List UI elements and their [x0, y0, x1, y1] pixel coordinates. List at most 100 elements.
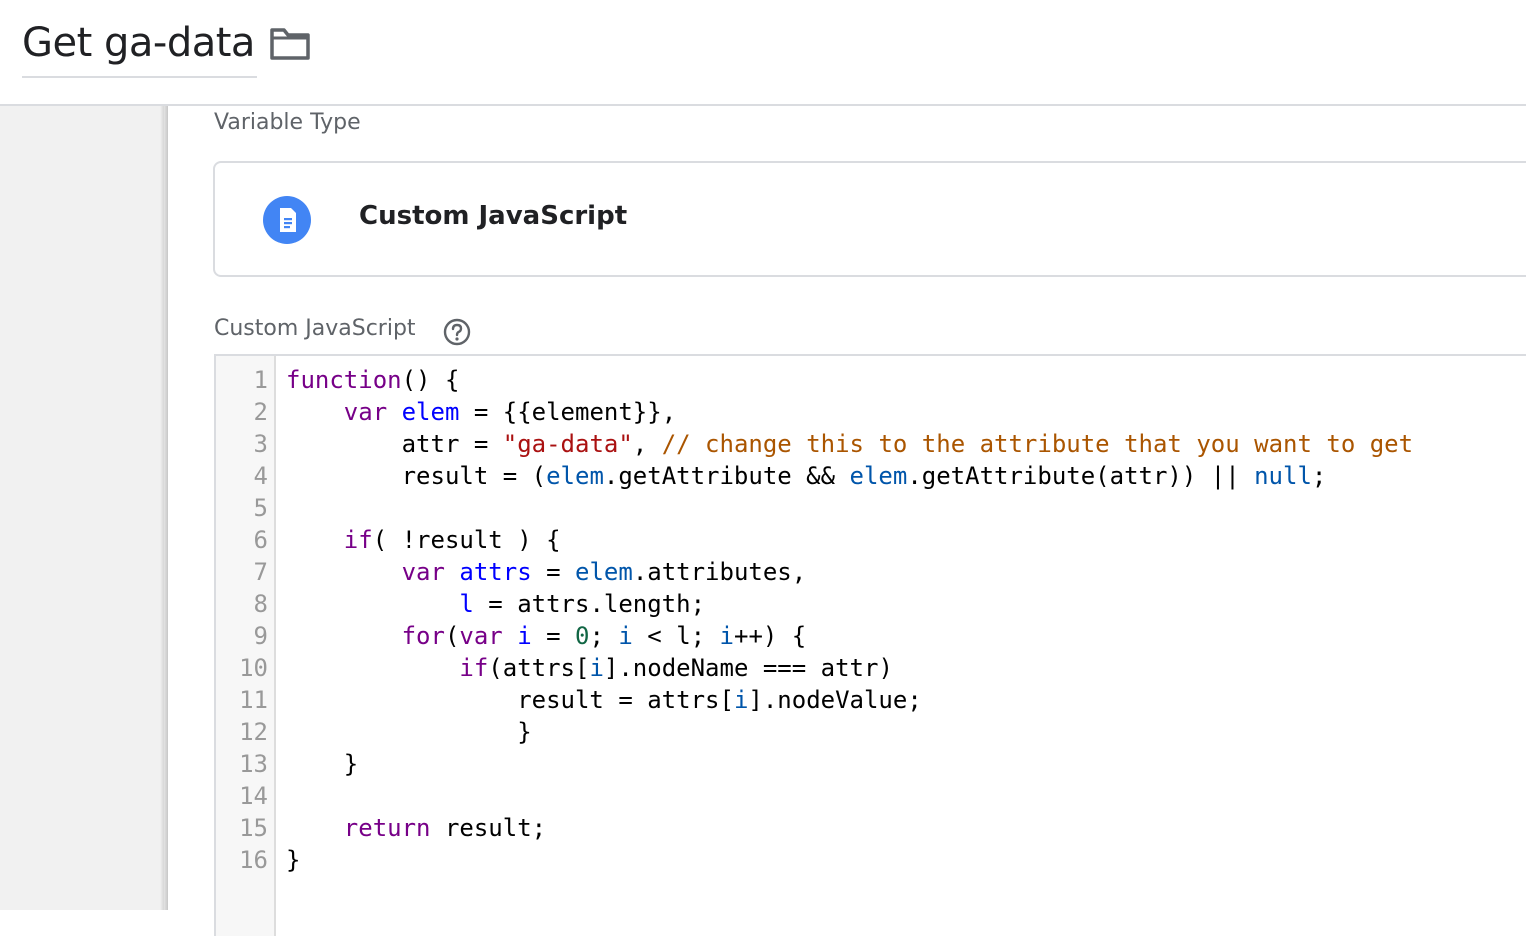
code-token: for	[401, 622, 445, 650]
line-number: 16	[239, 846, 268, 874]
code-token: i	[517, 622, 532, 650]
code-token: ;	[589, 622, 619, 650]
code-token: if	[459, 654, 489, 682]
code-area[interactable]: function() { var elem = {{element}}, att…	[286, 364, 1413, 876]
code-token: function	[286, 366, 402, 394]
code-line: function() {	[286, 364, 1413, 396]
code-token: i	[618, 622, 633, 650]
code-token: result;	[430, 814, 547, 842]
code-line: var attrs = elem.attributes,	[286, 556, 1413, 588]
code-token: result = attrs[	[286, 686, 734, 714]
code-token: = {{element}},	[459, 398, 677, 426]
code-token: .getAttribute &&	[603, 462, 850, 490]
line-number: 2	[253, 398, 268, 426]
variable-type-label: Variable Type	[214, 110, 361, 135]
line-number-gutter: 1 2 3 4 5 6 7 8 9 10 11 12 13 14 15 16	[216, 356, 276, 936]
code-token: .getAttribute(attr)) ||	[907, 462, 1255, 490]
code-token: elem	[849, 462, 908, 490]
code-token: .attributes,	[632, 558, 807, 586]
code-token: var	[401, 558, 445, 586]
editor-header: Get ga-data	[0, 0, 1526, 106]
line-number: 3	[253, 430, 268, 458]
code-token: attrs	[459, 558, 532, 586]
line-number: 8	[253, 590, 268, 618]
custom-javascript-label: Custom JavaScript	[214, 316, 416, 341]
code-token: = attrs.length;	[473, 590, 706, 618]
variable-name[interactable]: Get ga-data	[22, 20, 255, 66]
document-icon	[263, 196, 311, 244]
code-token: l	[459, 590, 474, 618]
code-token: ,	[632, 430, 662, 458]
line-number: 7	[253, 558, 268, 586]
folder-icon[interactable]	[268, 26, 312, 62]
code-token: =	[531, 558, 576, 586]
code-line: }	[286, 716, 1413, 748]
variable-name-field[interactable]: Get ga-data	[22, 18, 257, 78]
help-circle-icon[interactable]	[442, 317, 472, 347]
code-token: (attrs[	[488, 654, 590, 682]
code-token: var	[343, 398, 388, 426]
code-token: var	[459, 622, 503, 650]
code-line: l = attrs.length;	[286, 588, 1413, 620]
code-token: if	[343, 526, 373, 554]
code-line: attr = "ga-data", // change this to the …	[286, 428, 1413, 460]
code-token: }	[286, 750, 359, 778]
line-number: 11	[239, 686, 268, 714]
line-number: 4	[253, 462, 268, 490]
code-line: for(var i = 0; i < l; i++) {	[286, 620, 1413, 652]
code-token: null	[1254, 462, 1312, 490]
code-line: result = attrs[i].nodeValue;	[286, 684, 1413, 716]
code-line: }	[286, 844, 1413, 876]
code-token: attr =	[286, 430, 503, 458]
code-token: ++) {	[734, 622, 807, 650]
line-number: 5	[253, 494, 268, 522]
code-token: () {	[401, 366, 460, 394]
code-token: ].nodeValue;	[748, 686, 922, 714]
code-token: // change this to the attribute that you…	[661, 430, 1414, 458]
line-number: 14	[239, 782, 268, 810]
code-line: if( !result ) {	[286, 524, 1413, 556]
line-number: 1	[253, 366, 268, 394]
code-line: return result;	[286, 812, 1413, 844]
code-token: < l;	[632, 622, 720, 650]
code-token: elem	[401, 398, 460, 426]
line-number: 12	[239, 718, 268, 746]
code-token: }	[286, 718, 532, 746]
line-number: 6	[253, 526, 268, 554]
code-token: "ga-data"	[502, 430, 633, 458]
code-token: ;	[1311, 462, 1327, 490]
variable-type-name: Custom JavaScript	[359, 201, 628, 231]
line-number: 9	[253, 622, 268, 650]
line-number: 10	[239, 654, 268, 682]
code-token: i	[719, 622, 734, 650]
left-panel	[0, 106, 164, 910]
code-token: =	[531, 622, 576, 650]
code-token: }	[286, 846, 301, 874]
code-token: (	[444, 622, 460, 650]
code-line: if(attrs[i].nodeName === attr)	[286, 652, 1413, 684]
code-token: elem	[546, 462, 604, 490]
code-token: 0	[575, 622, 590, 650]
code-line: }	[286, 748, 1413, 780]
code-editor[interactable]: 1 2 3 4 5 6 7 8 9 10 11 12 13 14 15 16 function() { var…	[214, 354, 1526, 936]
code-line: var elem = {{element}},	[286, 396, 1413, 428]
code-token: return	[343, 814, 431, 842]
code-token: ( !result ) {	[372, 526, 561, 554]
code-token: ].nodeName === attr)	[603, 654, 893, 682]
variable-type-card[interactable]: Custom JavaScript	[213, 161, 1526, 277]
panel-shadow	[160, 106, 168, 910]
code-token: i	[589, 654, 604, 682]
code-token: elem	[575, 558, 633, 586]
code-token: i	[733, 686, 749, 714]
